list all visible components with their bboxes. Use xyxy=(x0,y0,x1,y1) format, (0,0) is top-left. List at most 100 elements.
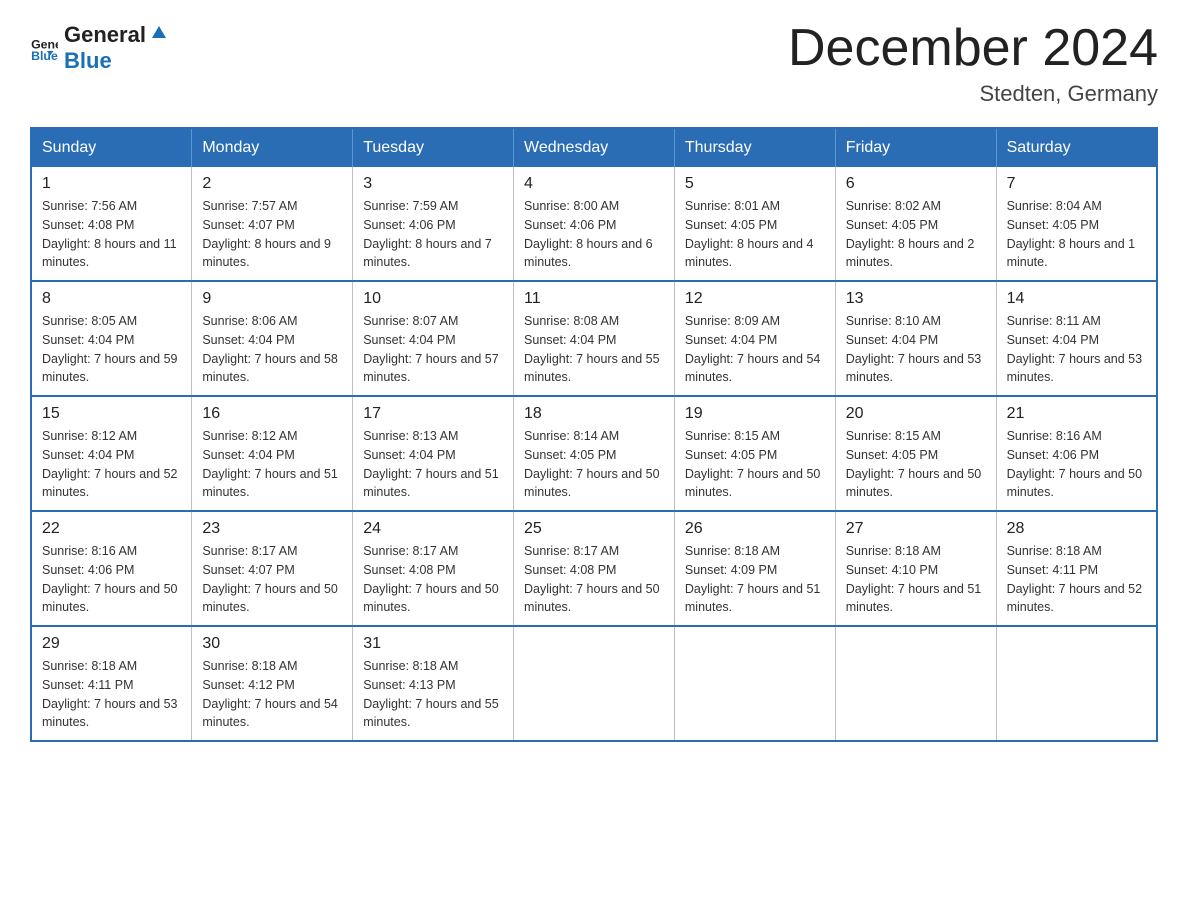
day-info: Sunrise: 8:18 AM Sunset: 4:12 PM Dayligh… xyxy=(202,657,342,732)
table-row: 16 Sunrise: 8:12 AM Sunset: 4:04 PM Dayl… xyxy=(192,396,353,511)
calendar-week-row: 22 Sunrise: 8:16 AM Sunset: 4:06 PM Dayl… xyxy=(31,511,1157,626)
day-info: Sunrise: 8:12 AM Sunset: 4:04 PM Dayligh… xyxy=(42,427,181,502)
table-row: 19 Sunrise: 8:15 AM Sunset: 4:05 PM Dayl… xyxy=(674,396,835,511)
day-info: Sunrise: 8:12 AM Sunset: 4:04 PM Dayligh… xyxy=(202,427,342,502)
page-title: December 2024 xyxy=(788,20,1158,77)
table-row: 15 Sunrise: 8:12 AM Sunset: 4:04 PM Dayl… xyxy=(31,396,192,511)
table-row: 17 Sunrise: 8:13 AM Sunset: 4:04 PM Dayl… xyxy=(353,396,514,511)
day-number: 19 xyxy=(685,405,825,423)
day-info: Sunrise: 8:18 AM Sunset: 4:13 PM Dayligh… xyxy=(363,657,503,732)
day-info: Sunrise: 8:17 AM Sunset: 4:08 PM Dayligh… xyxy=(363,542,503,617)
logo: General Blue General Blue xyxy=(30,20,172,74)
calendar-week-row: 8 Sunrise: 8:05 AM Sunset: 4:04 PM Dayli… xyxy=(31,281,1157,396)
day-number: 28 xyxy=(1007,520,1146,538)
day-info: Sunrise: 8:17 AM Sunset: 4:08 PM Dayligh… xyxy=(524,542,664,617)
day-info: Sunrise: 8:05 AM Sunset: 4:04 PM Dayligh… xyxy=(42,312,181,387)
day-number: 21 xyxy=(1007,405,1146,423)
day-number: 25 xyxy=(524,520,664,538)
table-row: 31 Sunrise: 8:18 AM Sunset: 4:13 PM Dayl… xyxy=(353,626,514,741)
weekday-header-row: Sunday Monday Tuesday Wednesday Thursday… xyxy=(31,128,1157,167)
table-row: 8 Sunrise: 8:05 AM Sunset: 4:04 PM Dayli… xyxy=(31,281,192,396)
table-row: 7 Sunrise: 8:04 AM Sunset: 4:05 PM Dayli… xyxy=(996,167,1157,281)
day-info: Sunrise: 8:16 AM Sunset: 4:06 PM Dayligh… xyxy=(1007,427,1146,502)
table-row: 21 Sunrise: 8:16 AM Sunset: 4:06 PM Dayl… xyxy=(996,396,1157,511)
day-info: Sunrise: 8:14 AM Sunset: 4:05 PM Dayligh… xyxy=(524,427,664,502)
svg-text:Blue: Blue xyxy=(31,49,58,61)
table-row: 26 Sunrise: 8:18 AM Sunset: 4:09 PM Dayl… xyxy=(674,511,835,626)
day-number: 24 xyxy=(363,520,503,538)
day-number: 6 xyxy=(846,175,986,193)
logo-icon: General Blue xyxy=(30,33,58,61)
table-row xyxy=(996,626,1157,741)
header-friday: Friday xyxy=(835,128,996,167)
day-number: 7 xyxy=(1007,175,1146,193)
day-number: 10 xyxy=(363,290,503,308)
day-info: Sunrise: 8:08 AM Sunset: 4:04 PM Dayligh… xyxy=(524,312,664,387)
header-wednesday: Wednesday xyxy=(514,128,675,167)
day-info: Sunrise: 8:07 AM Sunset: 4:04 PM Dayligh… xyxy=(363,312,503,387)
table-row: 29 Sunrise: 8:18 AM Sunset: 4:11 PM Dayl… xyxy=(31,626,192,741)
calendar-table: Sunday Monday Tuesday Wednesday Thursday… xyxy=(30,127,1158,742)
day-info: Sunrise: 7:59 AM Sunset: 4:06 PM Dayligh… xyxy=(363,197,503,272)
table-row xyxy=(835,626,996,741)
day-number: 13 xyxy=(846,290,986,308)
table-row: 9 Sunrise: 8:06 AM Sunset: 4:04 PM Dayli… xyxy=(192,281,353,396)
table-row: 11 Sunrise: 8:08 AM Sunset: 4:04 PM Dayl… xyxy=(514,281,675,396)
day-number: 14 xyxy=(1007,290,1146,308)
day-number: 2 xyxy=(202,175,342,193)
header: General Blue General Blue December 2024 … xyxy=(30,20,1158,107)
day-info: Sunrise: 8:15 AM Sunset: 4:05 PM Dayligh… xyxy=(846,427,986,502)
table-row: 28 Sunrise: 8:18 AM Sunset: 4:11 PM Dayl… xyxy=(996,511,1157,626)
day-number: 18 xyxy=(524,405,664,423)
day-number: 29 xyxy=(42,635,181,653)
table-row: 18 Sunrise: 8:14 AM Sunset: 4:05 PM Dayl… xyxy=(514,396,675,511)
day-number: 23 xyxy=(202,520,342,538)
day-number: 27 xyxy=(846,520,986,538)
day-info: Sunrise: 8:10 AM Sunset: 4:04 PM Dayligh… xyxy=(846,312,986,387)
table-row: 25 Sunrise: 8:17 AM Sunset: 4:08 PM Dayl… xyxy=(514,511,675,626)
day-info: Sunrise: 8:18 AM Sunset: 4:11 PM Dayligh… xyxy=(1007,542,1146,617)
logo-triangle-icon xyxy=(148,20,170,42)
header-tuesday: Tuesday xyxy=(353,128,514,167)
day-info: Sunrise: 8:13 AM Sunset: 4:04 PM Dayligh… xyxy=(363,427,503,502)
table-row: 3 Sunrise: 7:59 AM Sunset: 4:06 PM Dayli… xyxy=(353,167,514,281)
header-sunday: Sunday xyxy=(31,128,192,167)
day-number: 12 xyxy=(685,290,825,308)
day-number: 5 xyxy=(685,175,825,193)
day-number: 1 xyxy=(42,175,181,193)
table-row: 4 Sunrise: 8:00 AM Sunset: 4:06 PM Dayli… xyxy=(514,167,675,281)
table-row: 2 Sunrise: 7:57 AM Sunset: 4:07 PM Dayli… xyxy=(192,167,353,281)
day-info: Sunrise: 8:06 AM Sunset: 4:04 PM Dayligh… xyxy=(202,312,342,387)
day-number: 17 xyxy=(363,405,503,423)
table-row: 5 Sunrise: 8:01 AM Sunset: 4:05 PM Dayli… xyxy=(674,167,835,281)
header-saturday: Saturday xyxy=(996,128,1157,167)
calendar-week-row: 15 Sunrise: 8:12 AM Sunset: 4:04 PM Dayl… xyxy=(31,396,1157,511)
table-row: 30 Sunrise: 8:18 AM Sunset: 4:12 PM Dayl… xyxy=(192,626,353,741)
day-number: 3 xyxy=(363,175,503,193)
header-monday: Monday xyxy=(192,128,353,167)
day-number: 20 xyxy=(846,405,986,423)
logo-blue-text: Blue xyxy=(64,48,112,73)
day-info: Sunrise: 8:16 AM Sunset: 4:06 PM Dayligh… xyxy=(42,542,181,617)
table-row: 24 Sunrise: 8:17 AM Sunset: 4:08 PM Dayl… xyxy=(353,511,514,626)
day-info: Sunrise: 8:11 AM Sunset: 4:04 PM Dayligh… xyxy=(1007,312,1146,387)
day-info: Sunrise: 8:01 AM Sunset: 4:05 PM Dayligh… xyxy=(685,197,825,272)
day-number: 8 xyxy=(42,290,181,308)
table-row xyxy=(514,626,675,741)
day-info: Sunrise: 8:18 AM Sunset: 4:11 PM Dayligh… xyxy=(42,657,181,732)
day-info: Sunrise: 7:56 AM Sunset: 4:08 PM Dayligh… xyxy=(42,197,181,272)
day-number: 22 xyxy=(42,520,181,538)
calendar-week-row: 29 Sunrise: 8:18 AM Sunset: 4:11 PM Dayl… xyxy=(31,626,1157,741)
day-number: 4 xyxy=(524,175,664,193)
day-number: 11 xyxy=(524,290,664,308)
calendar-week-row: 1 Sunrise: 7:56 AM Sunset: 4:08 PM Dayli… xyxy=(31,167,1157,281)
day-info: Sunrise: 8:18 AM Sunset: 4:10 PM Dayligh… xyxy=(846,542,986,617)
day-number: 16 xyxy=(202,405,342,423)
table-row: 27 Sunrise: 8:18 AM Sunset: 4:10 PM Dayl… xyxy=(835,511,996,626)
table-row xyxy=(674,626,835,741)
day-number: 31 xyxy=(363,635,503,653)
table-row: 12 Sunrise: 8:09 AM Sunset: 4:04 PM Dayl… xyxy=(674,281,835,396)
table-row: 22 Sunrise: 8:16 AM Sunset: 4:06 PM Dayl… xyxy=(31,511,192,626)
table-row: 10 Sunrise: 8:07 AM Sunset: 4:04 PM Dayl… xyxy=(353,281,514,396)
header-thursday: Thursday xyxy=(674,128,835,167)
